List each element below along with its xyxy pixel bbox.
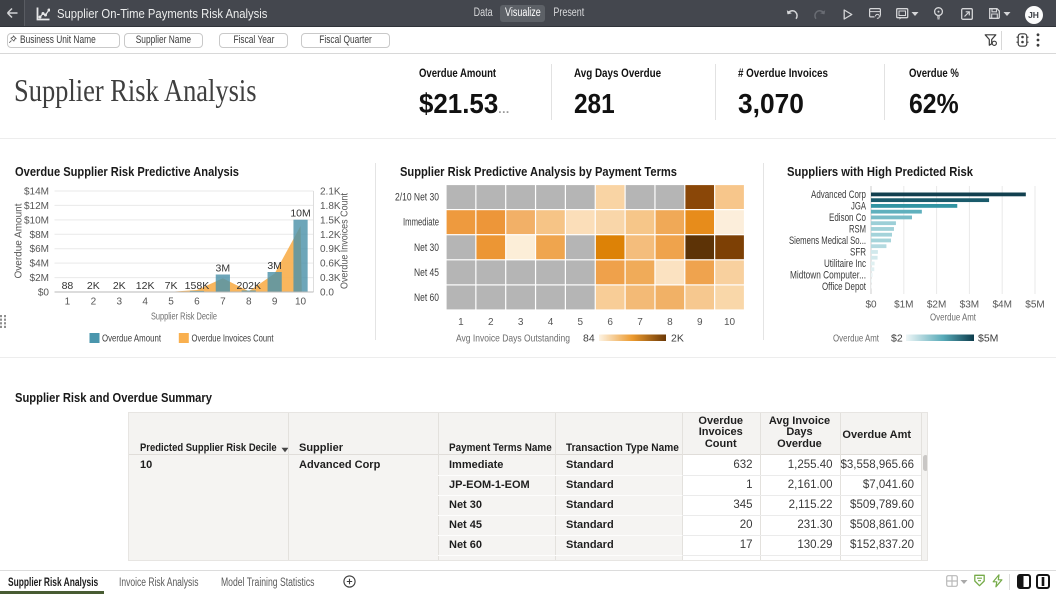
svg-text:$8M: $8M	[30, 230, 49, 241]
svg-text:10M: 10M	[290, 208, 310, 220]
svg-text:2/10 Net 30: 2/10 Net 30	[395, 192, 439, 204]
svg-text:Utilitaire Inc: Utilitaire Inc	[824, 258, 866, 270]
svg-text:SFR: SFR	[850, 246, 866, 258]
svg-text:Overdue Amount: Overdue Amount	[13, 203, 25, 278]
svg-text:Suppliers with High Predicted: Suppliers with High Predicted Risk	[787, 164, 974, 179]
svg-text:2K: 2K	[113, 280, 126, 292]
svg-text:$1M: $1M	[894, 300, 913, 311]
svg-text:Overdue Amt: Overdue Amt	[833, 333, 879, 345]
svg-text:Overdue Amount: Overdue Amount	[102, 333, 161, 345]
svg-text:Overdue Invoices Count: Overdue Invoices Count	[339, 193, 351, 289]
svg-text:4: 4	[548, 317, 554, 328]
svg-text:12K: 12K	[136, 280, 155, 292]
svg-text:JGA: JGA	[851, 200, 866, 212]
svg-text:84: 84	[583, 333, 595, 345]
svg-text:$2M: $2M	[927, 300, 946, 311]
svg-text:$4M: $4M	[992, 300, 1011, 311]
svg-text:8: 8	[246, 297, 252, 308]
svg-text:$2: $2	[891, 333, 903, 345]
svg-text:Net 45: Net 45	[414, 267, 439, 279]
svg-text:9: 9	[697, 317, 703, 328]
svg-text:4: 4	[142, 297, 148, 308]
svg-text:$0: $0	[38, 288, 50, 299]
svg-text:1: 1	[65, 297, 71, 308]
svg-text:3M: 3M	[216, 263, 231, 275]
svg-text:Midtown Computer...: Midtown Computer...	[790, 269, 866, 281]
svg-text:Avg Invoice Days Outstanding: Avg Invoice Days Outstanding	[456, 333, 570, 345]
svg-text:Office Depot: Office Depot	[822, 281, 866, 293]
svg-text:2K: 2K	[671, 333, 684, 345]
svg-text:10: 10	[724, 317, 736, 328]
svg-text:$10M: $10M	[24, 215, 49, 226]
svg-text:2: 2	[91, 297, 97, 308]
svg-text:$2M: $2M	[30, 273, 49, 284]
svg-text:7: 7	[220, 297, 226, 308]
svg-text:Overdue Amt: Overdue Amt	[930, 312, 976, 324]
svg-text:3M: 3M	[267, 260, 282, 272]
svg-text:$12M: $12M	[24, 201, 49, 212]
svg-text:0.0: 0.0	[320, 288, 334, 299]
svg-text:$6M: $6M	[30, 244, 49, 255]
svg-text:8: 8	[667, 317, 673, 328]
svg-text:5: 5	[578, 317, 584, 328]
svg-text:Edison Co: Edison Co	[829, 212, 866, 224]
svg-text:88: 88	[62, 280, 74, 292]
svg-text:5: 5	[168, 297, 174, 308]
svg-text:Supplier Risk Predictive Analy: Supplier Risk Predictive Analysis by Pay…	[400, 164, 677, 179]
svg-text:3: 3	[116, 297, 122, 308]
svg-text:Net 30: Net 30	[414, 242, 439, 254]
svg-text:202K: 202K	[236, 280, 261, 292]
svg-text:6: 6	[194, 297, 200, 308]
svg-text:Advanced Corp: Advanced Corp	[811, 189, 866, 201]
svg-text:RSM: RSM	[849, 223, 866, 235]
svg-text:Immediate: Immediate	[403, 217, 439, 229]
svg-text:2: 2	[488, 317, 494, 328]
svg-text:3: 3	[518, 317, 524, 328]
svg-text:Supplier Risk Decile: Supplier Risk Decile	[151, 311, 217, 323]
svg-text:1: 1	[458, 317, 464, 328]
svg-text:9: 9	[272, 297, 278, 308]
svg-text:2K: 2K	[87, 280, 100, 292]
svg-text:6: 6	[607, 317, 613, 328]
svg-text:$14M: $14M	[24, 187, 49, 198]
svg-text:7K: 7K	[165, 280, 178, 292]
svg-text:7: 7	[637, 317, 643, 328]
svg-text:Siemens Medical So...: Siemens Medical So...	[789, 235, 866, 247]
svg-text:Overdue Supplier Risk Predicti: Overdue Supplier Risk Predictive Analysi…	[15, 164, 239, 179]
svg-text:$5M: $5M	[978, 333, 998, 345]
svg-text:Overdue Invoices Count: Overdue Invoices Count	[192, 333, 274, 345]
svg-text:158K: 158K	[185, 280, 210, 292]
svg-text:$3M: $3M	[960, 300, 979, 311]
svg-text:$0: $0	[865, 300, 877, 311]
svg-text:Net 60: Net 60	[414, 292, 439, 304]
svg-text:10: 10	[295, 297, 307, 308]
svg-text:$5M: $5M	[1025, 300, 1044, 311]
svg-text:$4M: $4M	[30, 259, 49, 270]
